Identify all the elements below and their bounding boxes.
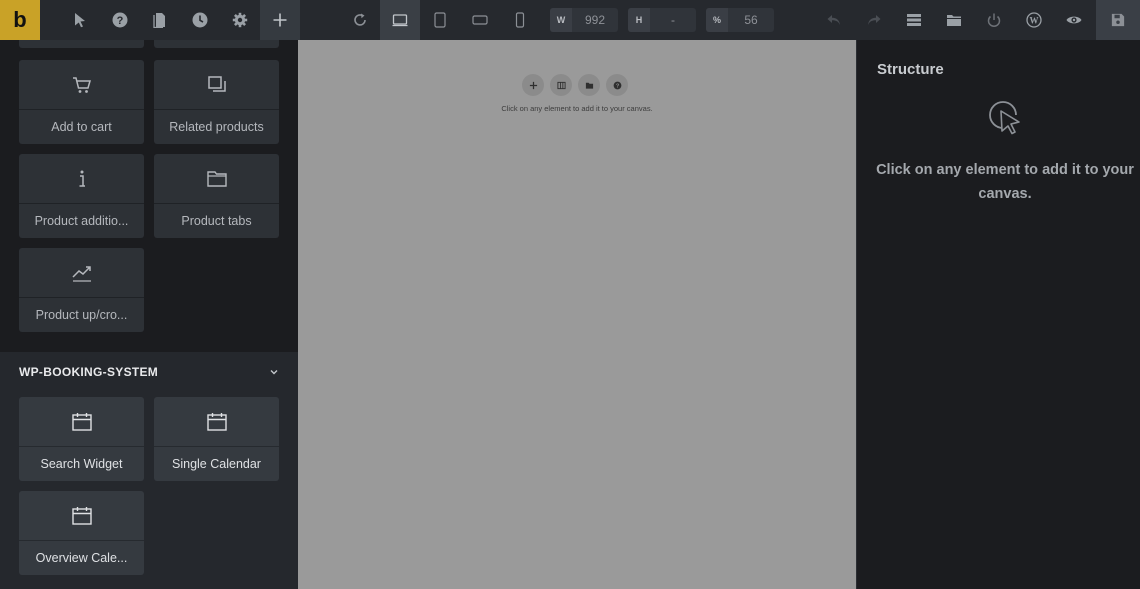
svg-text:?: ?: [615, 83, 619, 89]
svg-text:?: ?: [117, 15, 124, 27]
logo-text: b: [13, 7, 27, 32]
calendar-icon: [154, 397, 279, 447]
pages-icon[interactable]: [140, 0, 180, 40]
element-label: Overview Cale...: [35, 551, 128, 565]
element-product-additional[interactable]: Product additio...: [19, 154, 144, 238]
tablet-landscape-icon[interactable]: [460, 0, 500, 40]
pointer-icon: [989, 101, 1020, 135]
refresh-icon[interactable]: [340, 0, 380, 40]
help-icon[interactable]: ?: [100, 0, 140, 40]
element-label: Single Calendar: [172, 457, 261, 471]
width-label: W: [550, 8, 572, 32]
folder-icon[interactable]: [578, 74, 600, 96]
height-label: H: [628, 8, 650, 32]
chevron-down-icon[interactable]: [269, 367, 279, 377]
preview-icon[interactable]: [1054, 0, 1094, 40]
settings-icon[interactable]: [220, 0, 260, 40]
section-title: WP-BOOKING-SYSTEM: [19, 365, 159, 379]
related-icon: [154, 60, 279, 110]
top-toolbar: b ? W 992 H - % 56 W: [0, 0, 1140, 40]
element-label: Product additio...: [34, 214, 129, 228]
bricks-logo[interactable]: b: [0, 0, 40, 40]
structure-panel: Structure Click on any element to add it…: [856, 40, 1140, 589]
element-single-calendar[interactable]: Single Calendar: [154, 397, 279, 481]
zoom-field[interactable]: % 56: [706, 8, 774, 32]
section-header[interactable]: WP-BOOKING-SYSTEM: [19, 364, 279, 380]
width-value[interactable]: 992: [572, 13, 618, 27]
calendar-icon: [19, 397, 144, 447]
element-add-to-cart[interactable]: Add to cart: [19, 60, 144, 144]
add-icon[interactable]: [522, 74, 544, 96]
folder-icon: [154, 154, 279, 204]
svg-text:W: W: [1030, 16, 1039, 26]
element-label: Add to cart: [51, 120, 112, 134]
element-search-widget[interactable]: Search Widget: [19, 397, 144, 481]
hint-line-1: Click on any element to add it to your: [876, 162, 1134, 178]
cart-icon: [19, 60, 144, 110]
mobile-icon[interactable]: [500, 0, 540, 40]
element-overview-calendar[interactable]: Overview Cale...: [19, 491, 144, 575]
element-label: Search Widget: [40, 457, 123, 471]
add-icon: [273, 13, 287, 27]
element-label: Related products: [169, 120, 264, 134]
element-card-partial[interactable]: [154, 40, 279, 48]
element-label: Product tabs: [181, 214, 252, 228]
calendar-icon: [19, 491, 144, 541]
element-product-upsells[interactable]: Product up/cro...: [19, 248, 144, 332]
wordpress-icon[interactable]: W: [1014, 0, 1054, 40]
booking-section: WP-BOOKING-SYSTEM Search Widget Single C…: [0, 352, 298, 589]
power-icon[interactable]: [974, 0, 1014, 40]
info-icon: [19, 154, 144, 204]
cursor-icon[interactable]: [60, 0, 100, 40]
element-product-tabs[interactable]: Product tabs: [154, 154, 279, 238]
element-card-partial[interactable]: [19, 40, 144, 48]
zoom-value[interactable]: 56: [728, 13, 774, 27]
height-value[interactable]: -: [650, 13, 696, 27]
help-icon[interactable]: ?: [606, 74, 628, 96]
height-field[interactable]: H -: [628, 8, 696, 32]
save-icon: [1111, 13, 1125, 27]
canvas-hint: Click on any element to add it to your c…: [501, 104, 653, 113]
save-button[interactable]: [1096, 0, 1140, 40]
elements-panel: Add to cart Related products Product add…: [0, 40, 298, 589]
layers-icon[interactable]: [894, 0, 934, 40]
builder-canvas[interactable]: ? Click on any element to add it to your…: [298, 40, 856, 589]
hint-line-2: canvas.: [978, 186, 1032, 202]
history-icon[interactable]: [180, 0, 220, 40]
canvas-toolbar: ?: [522, 74, 628, 96]
desktop-icon[interactable]: [380, 0, 420, 40]
add-elements-button[interactable]: [260, 0, 300, 40]
width-field[interactable]: W 992: [550, 8, 618, 32]
structure-hint: Click on any element to add it to your c…: [867, 158, 1140, 206]
zoom-label: %: [706, 8, 728, 32]
redo-icon[interactable]: [854, 0, 894, 40]
trend-icon: [19, 248, 144, 298]
templates-icon[interactable]: [934, 0, 974, 40]
undo-icon[interactable]: [814, 0, 854, 40]
panel-title: Structure: [877, 61, 944, 78]
columns-icon[interactable]: [550, 74, 572, 96]
element-related-products[interactable]: Related products: [154, 60, 279, 144]
element-label: Product up/cro...: [35, 308, 128, 322]
tablet-portrait-icon[interactable]: [420, 0, 460, 40]
